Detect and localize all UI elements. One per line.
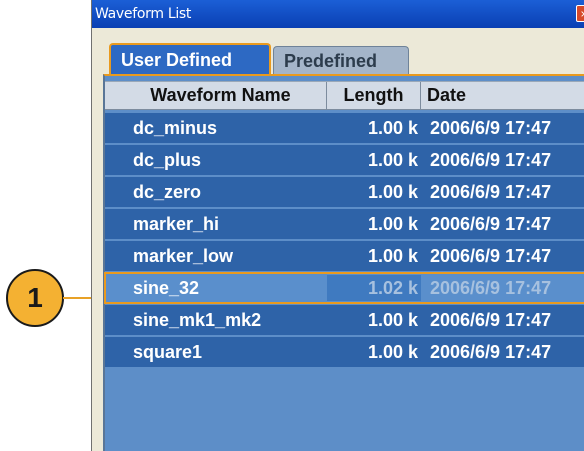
column-header-waveform-name[interactable]: Waveform Name <box>105 82 327 109</box>
length-cell: 1.02 k <box>367 278 418 298</box>
table-row[interactable]: marker_low 1.00 k 2006/6/9 17:47 <box>105 241 584 271</box>
date-cell: 2006/6/9 17:47 <box>430 246 552 266</box>
waveform-name-cell: dc_plus <box>133 150 202 170</box>
length-cell: 1.00 k <box>367 118 418 138</box>
waveform-list-window: Waveform List × User Defined Predefined … <box>91 0 584 451</box>
table-body: dc_minus 1.00 k 2006/6/9 17:47 dc_plus 1.00 … <box>104 113 584 369</box>
date-cell: 2006/6/9 17:47 <box>430 182 552 202</box>
close-icon[interactable]: × <box>576 5 584 22</box>
tab-user-defined[interactable]: User Defined <box>109 43 271 74</box>
table-row[interactable]: marker_hi 1.00 k 2006/6/9 17:47 <box>105 209 584 239</box>
length-cell: 1.00 k <box>367 214 418 234</box>
date-cell: 2006/6/9 17:47 <box>430 150 552 170</box>
waveform-name-cell: sine_mk1_mk2 <box>133 310 262 330</box>
tab-predefined[interactable]: Predefined <box>273 46 409 74</box>
screenshot-stage: 1 Waveform List × User Defined Predefine… <box>0 0 584 451</box>
column-header-date[interactable]: Date <box>421 82 584 109</box>
waveform-name-cell: dc_minus <box>133 118 218 138</box>
length-cell: 1.00 k <box>367 310 418 330</box>
length-cell: 1.00 k <box>367 150 418 170</box>
window-title: Waveform List <box>95 6 192 22</box>
table-header: Waveform Name Length Date <box>105 81 584 110</box>
table-row[interactable]: dc_minus 1.00 k 2006/6/9 17:47 <box>105 113 584 143</box>
length-cell: 1.00 k <box>367 342 418 362</box>
length-cell: 1.00 k <box>367 246 418 266</box>
table-row[interactable]: dc_plus 1.00 k 2006/6/9 17:47 <box>105 145 584 175</box>
date-cell: 2006/6/9 17:47 <box>430 278 552 298</box>
callout-badge: 1 <box>6 269 64 327</box>
date-cell: 2006/6/9 17:47 <box>430 342 552 362</box>
waveform-name-cell: sine_32 <box>133 278 200 298</box>
table-row[interactable]: square1 1.00 k 2006/6/9 17:47 <box>105 337 584 367</box>
waveform-name-cell: marker_low <box>133 246 234 266</box>
date-cell: 2006/6/9 17:47 <box>430 118 552 138</box>
table-row[interactable]: dc_zero 1.00 k 2006/6/9 17:47 <box>105 177 584 207</box>
waveform-name-cell: marker_hi <box>133 214 220 234</box>
waveform-name-cell: dc_zero <box>133 182 202 202</box>
title-bar[interactable]: Waveform List × <box>92 0 584 28</box>
column-header-length[interactable]: Length <box>327 82 421 109</box>
date-cell: 2006/6/9 17:47 <box>430 214 552 234</box>
table-row[interactable]: sine_mk1_mk2 1.00 k 2006/6/9 17:47 <box>105 305 584 335</box>
length-cell: 1.00 k <box>367 182 418 202</box>
date-cell: 2006/6/9 17:47 <box>430 310 552 330</box>
waveform-name-cell: square1 <box>133 342 203 362</box>
waveform-table-panel: Waveform Name Length Date dc_minus 1.00 k… <box>103 74 584 451</box>
table-row[interactable]: sine_32 1.02 k 2006/6/9 17:47 <box>104 272 584 304</box>
